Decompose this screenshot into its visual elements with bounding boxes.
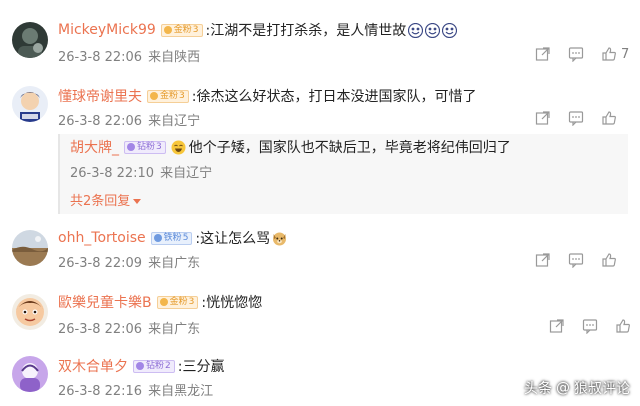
username[interactable]: 懂球帝谢里夫 [58,86,142,106]
badge-icon [163,26,172,34]
comment-actions [518,252,621,268]
like-icon[interactable] [601,46,617,62]
comment-location: 来自广东 [148,322,201,337]
watermark-author: 狼叔评论 [574,381,630,397]
comment-date: 26-3-8 22:09 [58,256,143,271]
comment-meta: 26-3-8 22:06 来自陕西 [58,46,200,65]
like-icon[interactable] [601,110,617,126]
comment-icon[interactable] [568,46,584,62]
comment-location: 来自陕西 [148,50,201,65]
like-icon[interactable] [615,318,631,334]
comment-actions [518,110,621,126]
comment-date: 26-3-8 22:06 [58,322,143,337]
comment-meta: 26-3-8 22:06 来自广东 [58,318,200,337]
watermark-brand: 头条 [524,381,552,397]
comment-actions [532,318,635,334]
comment-text: :恍恍惚惚 [201,295,263,311]
watermark: 头条 @ 狼叔评论 [524,378,630,398]
comment-location: 来自广东 [148,256,201,271]
comment-meta: 26-3-8 22:09 来自广东 [58,252,200,271]
avatar[interactable] [12,86,48,122]
reply-header: 胡大牌_ 钻粉 3 他个子矮，国家队也不缺后卫，毕竟老将纪伟回归了 [70,137,511,157]
comment-header: MickeyMick99 金粉 3 :江湖不是打打杀杀，是人情世故 [58,20,458,40]
like-icon[interactable] [601,252,617,268]
comment-text: :徐杰这么好状态，打日本没进国家队，可惜了 [191,89,477,105]
avatar[interactable] [12,22,48,58]
avatar[interactable] [12,356,48,392]
share-icon[interactable] [549,318,565,334]
comment-icon[interactable] [568,252,584,268]
grin-emoji-icon [171,140,186,155]
comment-icon[interactable] [582,318,598,334]
view-more-replies-link[interactable]: 共2条回复 [70,190,142,209]
reply-location: 来自辽宁 [160,166,213,181]
laugh-cry-emoji-icon [425,22,441,38]
caret-down-icon [133,199,142,204]
comment-text: :三分赢 [177,359,225,375]
comment-header: 双木合单夕 钻粉 2 :三分赢 [58,356,224,376]
fan-badge: 钻粉 3 [124,140,166,154]
laugh-cry-emoji-icon [442,22,458,38]
comment-date: 26-3-8 22:06 [58,114,143,129]
fan-badge: 金粉 3 [156,295,199,309]
reply-text: 他个子矮，国家队也不缺后卫，毕竟老将纪伟回归了 [188,140,511,156]
comment-date: 26-3-8 22:06 [58,50,143,65]
comment-actions: 7 [518,46,629,62]
comment-date: 26-3-8 22:16 [58,384,143,399]
dog-emoji-icon [272,231,287,246]
fan-badge: 金粉 3 [160,23,203,37]
comment-header: ohh_Tortoise 铁粉 5 :这让怎么骂 [58,228,287,248]
username[interactable]: 歐樂兒童卡樂B [58,292,152,312]
share-icon[interactable] [535,110,551,126]
reply-username[interactable]: 胡大牌_ [70,137,119,157]
comment-icon[interactable] [568,110,584,126]
comment-text: :这让怎么骂 [195,231,271,247]
badge-icon [150,92,158,100]
comment-location: 来自黑龙江 [148,384,214,399]
reply-box: 胡大牌_ 钻粉 3 他个子矮，国家队也不缺后卫，毕竟老将纪伟回归了 26-3-8 … [58,134,628,214]
comment-meta: 26-3-8 22:06 来自辽宁 [58,110,200,129]
username[interactable]: 双木合单夕 [58,356,128,376]
laugh-cry-emoji-icon [408,22,424,38]
watermark-separator: @ [556,380,570,396]
share-icon[interactable] [535,46,551,62]
comment-text: :江湖不是打打杀杀，是人情世故 [205,23,407,39]
like-count: 7 [621,46,630,62]
badge-icon [127,143,135,151]
fan-badge: 钻粉 2 [133,359,175,373]
username[interactable]: ohh_Tortoise [58,230,146,246]
avatar[interactable] [12,230,48,266]
comment-header: 歐樂兒童卡樂B 金粉 3 :恍恍惚惚 [58,292,262,312]
username[interactable]: MickeyMick99 [58,22,156,38]
badge-icon [153,234,162,242]
reply-date: 26-3-8 22:10 [70,166,155,181]
reply-meta: 26-3-8 22:10 来自辽宁 [70,162,212,181]
comment-meta: 26-3-8 22:16 来自黑龙江 [58,380,213,399]
comment-header: 懂球帝谢里夫 金粉 3 :徐杰这么好状态，打日本没进国家队，可惜了 [58,86,476,106]
share-icon[interactable] [535,252,551,268]
fan-badge: 金粉 3 [147,89,189,103]
avatar[interactable] [12,294,48,330]
comment-location: 来自辽宁 [148,114,201,129]
badge-icon [136,362,144,370]
fan-badge: 铁粉 5 [150,231,193,245]
badge-icon [159,298,168,306]
